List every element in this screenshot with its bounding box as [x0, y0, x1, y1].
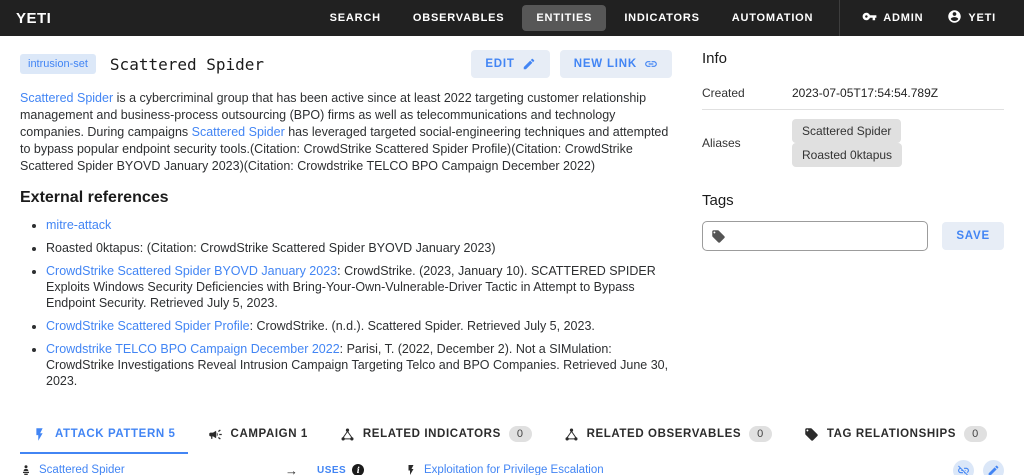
nav-item-indicators[interactable]: INDICATORS [610, 5, 713, 31]
key-icon [862, 9, 877, 27]
new-link-button[interactable]: NEW LINK [559, 50, 672, 78]
tag-icon [712, 229, 725, 243]
alias-chip: Scattered Spider [792, 119, 902, 143]
entity-type-badge: intrusion-set [20, 54, 96, 74]
tag-input-container [702, 221, 929, 251]
reference-text: Roasted 0ktapus: (Citation: CrowdStrike … [46, 241, 496, 255]
reference-text: : CrowdStrike. (n.d.). Scattered Spider.… [249, 319, 595, 333]
unlink-button[interactable] [953, 459, 974, 475]
megaphone-icon [208, 429, 222, 439]
created-value: 2023-07-05T17:54:54.789Z [792, 77, 1004, 110]
created-row: Created 2023-07-05T17:54:54.789Z [702, 77, 1004, 110]
page-title: Scattered Spider [109, 54, 265, 74]
tab-label: CAMPAIGN 1 [230, 428, 308, 440]
nav-right: ADMIN YETI [839, 0, 1008, 36]
source-entity-link[interactable]: Scattered Spider [39, 464, 125, 475]
entity-main: intrusion-set Scattered Spider EDIT NEW … [20, 50, 672, 396]
tags-heading: Tags [702, 192, 734, 209]
aliases-row: Aliases Scattered Spider Roasted 0ktapus [702, 110, 1004, 177]
entity-link[interactable]: Scattered Spider [192, 125, 285, 139]
entity-description: Scattered Spider is a cybercriminal grou… [20, 90, 672, 175]
reference-link[interactable]: CrowdStrike Scattered Spider BYOVD Janua… [46, 264, 337, 278]
top-nav: YETI SEARCH OBSERVABLES ENTITIES INDICAT… [0, 0, 1024, 36]
entity-header: intrusion-set Scattered Spider EDIT NEW … [20, 50, 672, 78]
graph-icon [565, 428, 578, 440]
edit-button[interactable]: EDIT [471, 50, 550, 78]
user-label: YETI [968, 12, 996, 24]
external-references-heading: External references [20, 189, 169, 206]
created-label: Created [702, 77, 792, 110]
nav-item-search[interactable]: SEARCH [316, 5, 395, 31]
reference-link[interactable]: CrowdStrike Scattered Spider Profile [46, 319, 250, 333]
link-icon [645, 61, 657, 67]
nav-items: SEARCH OBSERVABLES ENTITIES INDICATORS A… [314, 0, 830, 36]
alias-chip: Roasted 0ktapus [792, 143, 903, 167]
nav-item-entities[interactable]: ENTITIES [522, 5, 607, 31]
tab-attack-pattern[interactable]: ATTACK PATTERN 5 [20, 419, 188, 454]
account-circle-icon [947, 9, 962, 27]
relationship-tabs: ATTACK PATTERN 5 CAMPAIGN 1 RELATED INDI… [0, 418, 1024, 454]
info-icon[interactable]: i [352, 464, 365, 475]
tab-related-indicators[interactable]: RELATED INDICATORS 0 [328, 418, 544, 454]
pencil-icon [988, 465, 999, 475]
reference-item: mitre-attack [46, 217, 672, 233]
tab-count-badge: 0 [749, 426, 772, 442]
info-panel: Info Created 2023-07-05T17:54:54.789Z Al… [702, 50, 1004, 396]
reference-link[interactable]: mitre-attack [46, 218, 111, 232]
tab-label: RELATED OBSERVABLES [586, 428, 742, 440]
tab-label: ATTACK PATTERN 5 [55, 428, 176, 440]
new-link-button-label: NEW LINK [573, 58, 637, 70]
info-table: Created 2023-07-05T17:54:54.789Z Aliases… [702, 77, 1004, 176]
external-references-list: mitre-attack Roasted 0ktapus: (Citation:… [20, 217, 672, 389]
nav-item-automation[interactable]: AUTOMATION [718, 5, 828, 31]
table-row: Scattered Spider → USES i Exploitation f… [0, 459, 1024, 475]
reference-item: CrowdStrike Scattered Spider Profile: Cr… [46, 318, 672, 334]
edit-button-label: EDIT [485, 58, 515, 70]
tab-tag-relationships[interactable]: TAG RELATIONSHIPS 0 [792, 418, 999, 454]
relation-type-link[interactable]: USES [317, 465, 346, 475]
relationships-table: Scattered Spider → USES i Exploitation f… [0, 459, 1024, 475]
admin-label: ADMIN [883, 12, 924, 24]
reference-item: Crowdstrike TELCO BPO Campaign December … [46, 341, 672, 389]
bolt-icon [408, 465, 414, 475]
tab-related-observables[interactable]: RELATED OBSERVABLES 0 [552, 418, 784, 454]
intrusion-set-icon [23, 465, 29, 475]
arrow-right-icon: → [285, 462, 298, 475]
tab-count-badge: 0 [508, 426, 532, 442]
tab-campaign[interactable]: CAMPAIGN 1 [196, 419, 320, 454]
admin-menu[interactable]: ADMIN [850, 2, 935, 34]
pencil-icon [523, 58, 534, 70]
reference-item: Roasted 0ktapus: (Citation: CrowdStrike … [46, 240, 672, 256]
tag-icon [805, 427, 818, 441]
tab-label: RELATED INDICATORS [362, 428, 501, 440]
user-menu[interactable]: YETI [935, 2, 1008, 34]
target-entity-link[interactable]: Exploitation for Privilege Escalation [424, 464, 604, 475]
app-logo: YETI [16, 9, 52, 27]
info-heading: Info [702, 50, 728, 67]
aliases-label: Aliases [702, 136, 741, 150]
tab-label: TAG RELATIONSHIPS [826, 428, 957, 440]
reference-link[interactable]: Crowdstrike TELCO BPO Campaign December … [46, 342, 340, 356]
tags-input[interactable] [732, 229, 920, 243]
graph-icon [341, 428, 354, 440]
save-button[interactable]: SAVE [942, 222, 1004, 250]
entity-link[interactable]: Scattered Spider [20, 91, 113, 105]
edit-relationship-button[interactable] [983, 459, 1004, 475]
link-off-icon [958, 465, 969, 475]
tab-count-badge: 0 [964, 426, 987, 442]
bolt-icon [36, 427, 43, 441]
reference-item: CrowdStrike Scattered Spider BYOVD Janua… [46, 263, 672, 311]
nav-item-observables[interactable]: OBSERVABLES [399, 5, 519, 31]
